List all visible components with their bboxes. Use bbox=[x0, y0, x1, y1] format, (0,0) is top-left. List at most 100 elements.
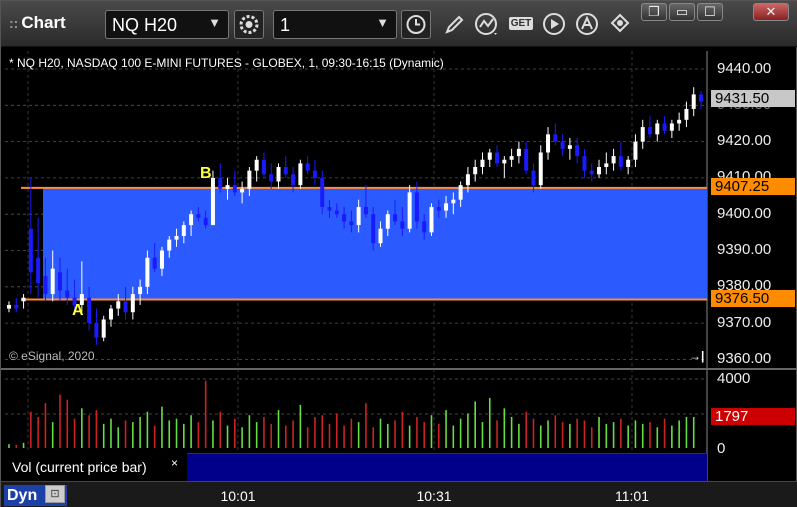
candle-body bbox=[36, 257, 41, 284]
candle-body bbox=[94, 323, 99, 338]
candle-body bbox=[334, 210, 339, 215]
candle-body bbox=[174, 235, 179, 240]
candle-body bbox=[283, 167, 288, 175]
candle-body bbox=[7, 304, 11, 309]
zone-top-tag: 9407.25 bbox=[711, 178, 795, 195]
candle-body bbox=[116, 301, 121, 309]
candle-body bbox=[247, 170, 252, 189]
label-a: A bbox=[72, 302, 84, 319]
candle-body bbox=[429, 206, 434, 233]
candle-body bbox=[538, 152, 543, 186]
support-resistance-zone bbox=[43, 187, 707, 300]
candle-body bbox=[21, 297, 26, 302]
candle-body bbox=[648, 127, 653, 135]
candle-body bbox=[123, 301, 128, 313]
candle-body bbox=[487, 152, 492, 160]
volume-value-tag: 1797 bbox=[711, 408, 795, 425]
candle-body bbox=[87, 297, 92, 324]
last-price-tag: 9431.50 bbox=[711, 90, 795, 107]
candle-body bbox=[57, 272, 62, 291]
candle-body bbox=[50, 268, 55, 295]
price-tick: 9400.00 bbox=[717, 205, 772, 222]
candle-body bbox=[101, 319, 106, 338]
price-tick: 9420.00 bbox=[717, 132, 772, 149]
volume-legend[interactable]: Vol (current price bar) bbox=[6, 453, 187, 481]
candle-body bbox=[298, 163, 303, 186]
candle-body bbox=[626, 159, 631, 168]
candle-body bbox=[130, 294, 135, 313]
candle-body bbox=[407, 192, 412, 229]
price-chart bbox=[1, 51, 797, 481]
candle-body bbox=[327, 206, 332, 211]
candle-body bbox=[524, 148, 529, 171]
candle-body bbox=[465, 174, 470, 186]
candle-body bbox=[167, 239, 172, 251]
volume-tick: 4000 bbox=[717, 370, 751, 387]
candle-body bbox=[349, 221, 354, 226]
candle-body bbox=[611, 156, 616, 164]
candle-body bbox=[276, 167, 281, 182]
candle-body bbox=[589, 170, 594, 175]
scroll-to-end-icon[interactable]: →| bbox=[689, 349, 704, 363]
volume-panel-strip bbox=[187, 453, 707, 481]
candle-body bbox=[575, 145, 580, 157]
candle-body bbox=[553, 134, 558, 142]
close-icon[interactable]: × bbox=[171, 456, 178, 470]
candle-body bbox=[531, 170, 536, 186]
candle-body bbox=[662, 123, 667, 131]
candle-body bbox=[356, 206, 361, 226]
candle-body bbox=[261, 159, 266, 175]
candle-body bbox=[400, 221, 405, 229]
candle-body bbox=[669, 123, 674, 131]
price-tick: 9360.00 bbox=[717, 350, 772, 367]
candle-body bbox=[597, 167, 602, 175]
candle-body bbox=[502, 159, 507, 164]
candle-body bbox=[509, 156, 514, 160]
candle-body bbox=[320, 177, 325, 207]
candle-body bbox=[516, 148, 521, 157]
candle-body bbox=[269, 174, 274, 182]
candle-body bbox=[495, 152, 500, 164]
candle-body bbox=[414, 192, 419, 222]
candle-body bbox=[203, 217, 208, 226]
candle-body bbox=[43, 275, 48, 295]
candle-body bbox=[181, 225, 186, 236]
candle-body bbox=[618, 156, 623, 168]
candle-body bbox=[218, 177, 223, 189]
price-tick: 9440.00 bbox=[717, 60, 772, 77]
zone-bottom-tag: 9376.50 bbox=[711, 290, 795, 307]
candle-body bbox=[232, 185, 237, 193]
candle-body bbox=[385, 214, 390, 229]
candle-body bbox=[138, 286, 143, 295]
candle-body bbox=[691, 94, 696, 109]
candle-body bbox=[291, 174, 296, 186]
candle-body bbox=[480, 159, 485, 168]
candle-body bbox=[28, 228, 33, 273]
candle-body bbox=[582, 156, 587, 171]
candle-body bbox=[152, 257, 157, 269]
candle-body bbox=[458, 185, 463, 200]
candle-body bbox=[378, 228, 383, 244]
time-label: 11:01 bbox=[615, 488, 649, 504]
candle-body bbox=[567, 145, 572, 149]
chart-window: :: Chart NQ H20 ▼ 1 ▼ GET ❐ ▭ ☐ ✕ * NQ H… bbox=[0, 0, 797, 507]
candle-body bbox=[436, 206, 441, 211]
label-b: B bbox=[200, 165, 212, 182]
candle-body bbox=[393, 214, 398, 222]
candle-body bbox=[225, 185, 230, 189]
candle-body bbox=[473, 167, 478, 175]
price-tick: 9390.00 bbox=[717, 241, 772, 258]
candle-body bbox=[254, 159, 259, 171]
candle-body bbox=[684, 108, 689, 120]
candle-body bbox=[677, 119, 682, 124]
status-bar: Dyn ⊡ 10:01 10:31 11:01 bbox=[1, 481, 797, 507]
candle-body bbox=[240, 188, 245, 193]
candle-body bbox=[210, 177, 215, 226]
candle-body bbox=[422, 221, 427, 233]
lock-icon[interactable]: ⊡ bbox=[45, 485, 65, 503]
mode-label: Dyn bbox=[7, 487, 38, 504]
candle-body bbox=[640, 127, 645, 142]
candle-body bbox=[371, 214, 376, 244]
candle-body bbox=[65, 290, 70, 298]
time-label: 10:31 bbox=[416, 488, 452, 504]
